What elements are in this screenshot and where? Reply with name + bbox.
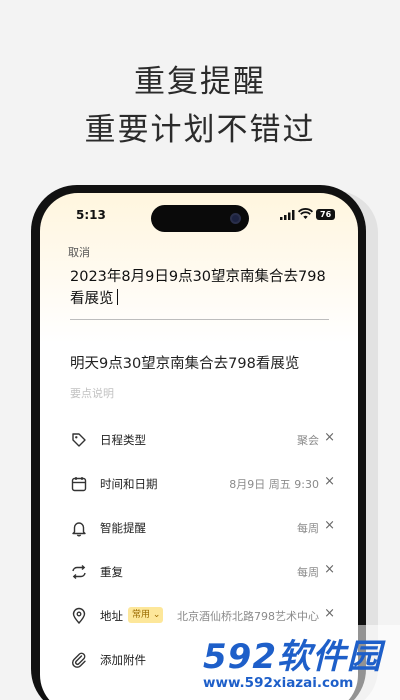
marketing-headline-2: 重要计划不错过: [84, 112, 316, 148]
field-label: 日程类型: [100, 433, 146, 447]
parsed-event-title[interactable]: 明天9点30望京南集合去798看展览: [70, 352, 299, 373]
field-label: 添加附件: [100, 653, 146, 667]
bell-icon: [72, 522, 86, 537]
tag-icon: [72, 433, 86, 447]
battery-indicator: 76: [316, 209, 336, 220]
phone-screen: 5:13 76 取消 2023年8月9日9点30望京南集合去798 看展览 明天…: [40, 193, 358, 700]
field-row-schedule-type[interactable]: 日程类型 聚会 ×: [70, 428, 335, 452]
clear-icon[interactable]: ×: [324, 474, 335, 489]
clear-icon[interactable]: ×: [324, 430, 335, 445]
cancel-button[interactable]: 取消: [68, 244, 90, 260]
camera-icon: [230, 213, 241, 224]
notes-field[interactable]: 要点说明: [70, 385, 114, 401]
field-value: 8月9日 周五 9:30: [229, 478, 319, 491]
field-row-smart-reminder[interactable]: 智能提醒 每周 ×: [70, 516, 335, 540]
field-label: 智能提醒: [100, 521, 146, 535]
chevron-down-icon: ⌄: [150, 610, 161, 620]
text-caret: [116, 289, 118, 305]
input-text-line2: 看展览: [70, 291, 114, 307]
clear-icon[interactable]: ×: [324, 518, 335, 533]
clear-icon[interactable]: ×: [324, 562, 335, 577]
frequent-badge[interactable]: 常用 ⌄: [128, 607, 164, 623]
event-input-field[interactable]: 2023年8月9日9点30望京南集合去798 看展览: [70, 266, 332, 310]
badge-label: 常用: [132, 610, 151, 620]
field-label: 时间和日期: [100, 477, 158, 491]
field-label: 地址: [100, 609, 123, 623]
field-row-time-date[interactable]: 时间和日期 8月9日 周五 9:30 ×: [70, 472, 335, 496]
input-text-line1: 2023年8月9日9点30望京南集合去798: [70, 269, 326, 285]
field-row-repeat[interactable]: 重复 每周 ×: [70, 560, 335, 584]
dynamic-island: [151, 205, 249, 232]
status-bar: 5:13 76: [40, 193, 358, 237]
repeat-icon: [72, 564, 86, 580]
signal-icon: [280, 210, 295, 220]
paperclip-icon: [71, 652, 86, 668]
field-label: 重复: [100, 565, 123, 579]
watermark-brand: 592软件园: [203, 637, 382, 677]
wifi-icon: [298, 208, 313, 219]
status-time: 5:13: [76, 208, 106, 222]
clear-icon[interactable]: ×: [324, 606, 335, 621]
input-underline: [70, 319, 329, 320]
watermark-url: www.592xiazai.com: [203, 675, 354, 691]
field-value: 北京酒仙桥北路798艺术中心: [177, 610, 319, 623]
field-value: 每周: [297, 522, 319, 535]
field-value: 聚会: [297, 434, 319, 447]
location-pin-icon: [72, 607, 86, 625]
site-watermark: 592软件园 www.592xiazai.com: [195, 625, 400, 700]
marketing-headline-1: 重复提醒: [134, 64, 266, 100]
calendar-icon: [71, 477, 87, 492]
field-value: 每周: [297, 566, 319, 579]
